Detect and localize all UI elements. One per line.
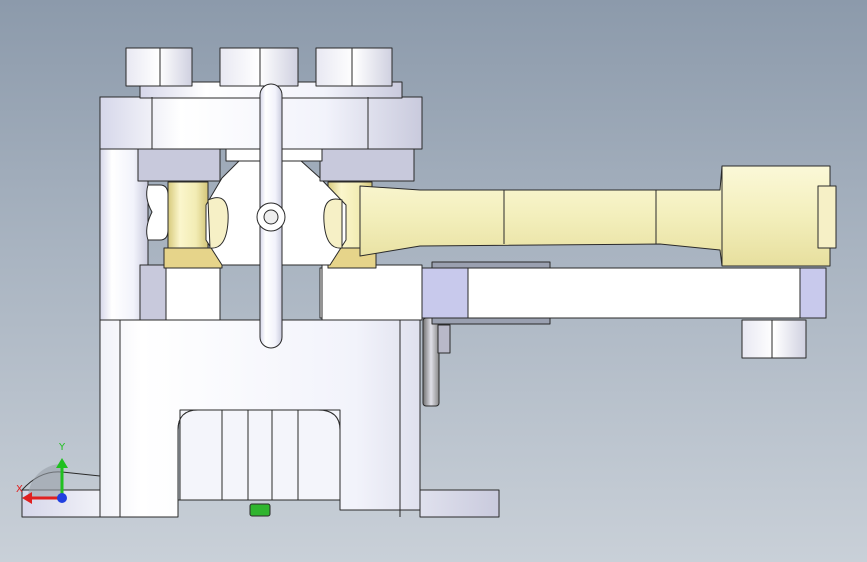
- y-axis-label: Y: [59, 442, 66, 453]
- valve-rod[interactable]: [256, 83, 286, 349]
- engine-assembly-model[interactable]: [0, 0, 867, 562]
- drain-plug[interactable]: [249, 503, 271, 517]
- head-bolt-2[interactable]: [219, 47, 299, 87]
- head-bolt-1[interactable]: [125, 47, 193, 87]
- coordinate-triad: X Y: [14, 440, 84, 510]
- triad-axes: [22, 458, 68, 504]
- head-bolt-3[interactable]: [315, 47, 393, 87]
- graphics-viewport[interactable]: X Y: [0, 0, 867, 562]
- x-axis-label: X: [16, 484, 23, 495]
- connecting-rod[interactable]: [359, 165, 837, 267]
- flywheel-disc[interactable]: [422, 317, 451, 407]
- hex-nut-bottom[interactable]: [741, 319, 807, 359]
